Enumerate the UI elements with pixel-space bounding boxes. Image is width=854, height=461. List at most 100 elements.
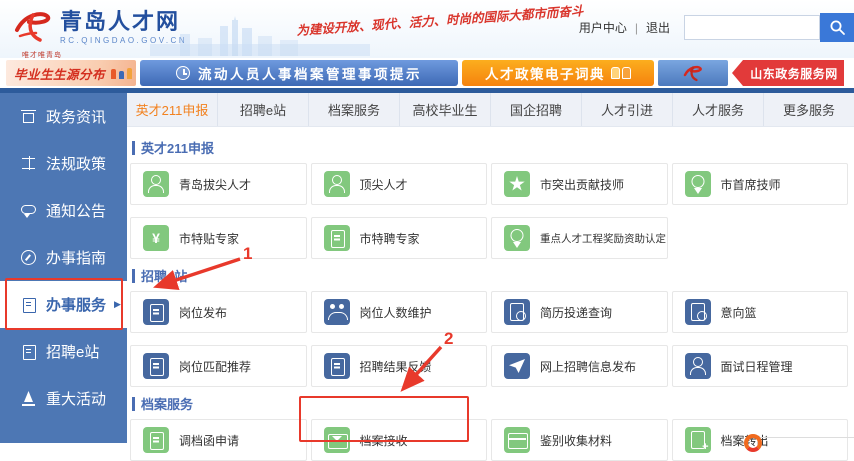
- card-identify-collect-material[interactable]: 鉴别收集材料: [491, 419, 668, 461]
- card-label: 档案接收: [360, 432, 408, 449]
- tab-archive-services[interactable]: 档案服务: [308, 93, 399, 126]
- archive-notice-label: 流动人员人事档案管理事项提示: [198, 63, 422, 83]
- sidebar-item-label: 政务资讯: [46, 106, 106, 127]
- card-top-talent[interactable]: 顶尖人才: [311, 163, 488, 205]
- card-specially-hired-expert[interactable]: 市特聘专家: [311, 217, 488, 259]
- card-recruit-result-feedback[interactable]: 招聘结果反馈: [311, 345, 488, 387]
- section-title-bar: [132, 269, 135, 283]
- card-label: 市突出贡献技师: [540, 176, 624, 193]
- section-title-bar: [132, 141, 135, 155]
- sidebar-item-service-guide[interactable]: 办事指南: [0, 234, 127, 281]
- person-icon: [143, 171, 169, 197]
- card-chief-technician[interactable]: 市首席技师: [672, 163, 849, 205]
- search-input[interactable]: [684, 15, 820, 40]
- graduates-banner-label: 毕业生生源分布: [14, 64, 105, 83]
- resume-search-icon: [685, 299, 711, 325]
- feedback-doc-icon: [324, 353, 350, 379]
- shandong-gov-label: 山东政务服务网: [750, 65, 838, 82]
- card-label: 岗位人数维护: [360, 304, 432, 321]
- service-doc-icon: [20, 296, 37, 313]
- sidebar-item-gov-news[interactable]: 政务资讯: [0, 93, 127, 140]
- card-label: 网上招聘信息发布: [540, 358, 636, 375]
- card-job-headcount[interactable]: 岗位人数维护: [311, 291, 488, 333]
- money-bag-icon: [143, 225, 169, 251]
- floating-widget-edge: [756, 437, 854, 438]
- card-label: 简历投递查询: [540, 304, 612, 321]
- section-title-text: 档案服务: [141, 394, 193, 413]
- tab-more-services[interactable]: 更多服务: [763, 93, 854, 126]
- user-center-link[interactable]: 用户中心: [579, 19, 627, 36]
- medal-icon: [685, 171, 711, 197]
- paper-plane-icon: [504, 353, 530, 379]
- building-icon: [20, 108, 37, 125]
- sidebar-item-label: 办事指南: [46, 247, 106, 268]
- rocket-icon: [20, 390, 37, 407]
- policy-dictionary-banner[interactable]: 人才政策电子词典: [462, 60, 654, 86]
- card-archive-receive[interactable]: 档案接收: [311, 419, 488, 461]
- card-label: 调档函申请: [179, 432, 239, 449]
- recruit-doc-icon: [20, 343, 37, 360]
- card-label: 鉴别收集材料: [540, 432, 612, 449]
- site-logo-icon: 唯才唯青岛: [12, 6, 54, 46]
- sidebar-item-notices[interactable]: 通知公告: [0, 187, 127, 234]
- card-label: 重点人才工程奖励资助认定: [540, 231, 666, 246]
- person-icon: [324, 171, 350, 197]
- card-online-recruit-info-publish[interactable]: 网上招聘信息发布: [491, 345, 668, 387]
- interview-person-icon: [685, 353, 711, 379]
- trophy-icon: [504, 171, 530, 197]
- card-resume-delivery-query[interactable]: 简历投递查询: [491, 291, 668, 333]
- card-label: 市特聘专家: [360, 230, 420, 247]
- card-label: 市特贴专家: [179, 230, 239, 247]
- sidebar-item-label: 办事服务: [46, 294, 106, 315]
- tab-soe-recruit[interactable]: 国企招聘: [490, 93, 581, 126]
- card-label: 岗位匹配推荐: [179, 358, 251, 375]
- card-special-allowance-expert[interactable]: 市特贴专家: [130, 217, 307, 259]
- section-title-text: 英才211申报: [141, 138, 214, 157]
- award-person-icon: [504, 225, 530, 251]
- tab-talent-introduction[interactable]: 人才引进: [581, 93, 672, 126]
- sidebar-item-label: 法规政策: [46, 153, 106, 174]
- sidebar-item-recruit-estation[interactable]: 招聘e站: [0, 328, 127, 375]
- small-red-logo-icon: [682, 63, 704, 83]
- sidebar-item-services[interactable]: 办事服务 ▶: [0, 281, 127, 328]
- transfer-doc-icon: [143, 427, 169, 453]
- sidebar-item-regulations[interactable]: 法规政策: [0, 140, 127, 187]
- card-outstanding-technician[interactable]: 市突出贡献技师: [491, 163, 668, 205]
- chevron-right-icon: ▶: [114, 299, 121, 310]
- tab-talent-services[interactable]: 人才服务: [672, 93, 763, 126]
- link-divider: |: [635, 21, 638, 35]
- card-transfer-letter-apply[interactable]: 调档函申请: [130, 419, 307, 461]
- search-icon: [829, 19, 846, 36]
- envelope-receive-icon: [324, 427, 350, 453]
- tab-graduates[interactable]: 高校毕业生: [399, 93, 490, 126]
- card-intention-basket[interactable]: 意向篮: [672, 291, 849, 333]
- sidebar-item-label: 通知公告: [46, 200, 106, 221]
- doc-export-icon: [685, 427, 711, 453]
- header-slogan: 为建设开放、现代、活力、时尚的国际大都市而奋斗: [296, 0, 584, 39]
- people-icon: [324, 299, 350, 325]
- tab-recruit-estation[interactable]: 招聘e站: [217, 93, 308, 126]
- card-label: 面试日程管理: [721, 358, 793, 375]
- card-interview-schedule[interactable]: 面试日程管理: [672, 345, 849, 387]
- sidebar-item-major-events[interactable]: 重大活动: [0, 375, 127, 422]
- card-key-talent-award[interactable]: 重点人才工程奖励资助认定: [491, 217, 668, 259]
- card-qingdao-top-talent[interactable]: 青岛拔尖人才: [130, 163, 307, 205]
- scales-icon: [20, 155, 37, 172]
- resume-search-icon: [504, 299, 530, 325]
- annotation-step-1: 1: [243, 244, 252, 264]
- card-job-match-recommend[interactable]: 岗位匹配推荐: [130, 345, 307, 387]
- section-title-archive-services: 档案服务: [132, 394, 848, 413]
- floating-logo-partial[interactable]: [744, 434, 762, 452]
- shandong-gov-banner[interactable]: 山东政务服务网: [732, 60, 844, 86]
- publish-doc-icon: [143, 299, 169, 325]
- logout-link[interactable]: 退出: [646, 19, 670, 36]
- main-content: 英才211申报 招聘e站 档案服务 高校毕业生 国企招聘 人才引进 人才服务 更…: [127, 93, 854, 443]
- card-label: 市首席技师: [721, 176, 781, 193]
- card-label: 意向篮: [721, 304, 757, 321]
- search-button[interactable]: [820, 13, 854, 42]
- archive-notice-banner[interactable]: 流动人员人事档案管理事项提示: [140, 60, 458, 86]
- graduates-banner[interactable]: 毕业生生源分布: [6, 60, 136, 86]
- section-title-bar: [132, 397, 135, 411]
- tab-yingcai-211[interactable]: 英才211申报: [127, 93, 217, 126]
- card-job-publish[interactable]: 岗位发布: [130, 291, 307, 333]
